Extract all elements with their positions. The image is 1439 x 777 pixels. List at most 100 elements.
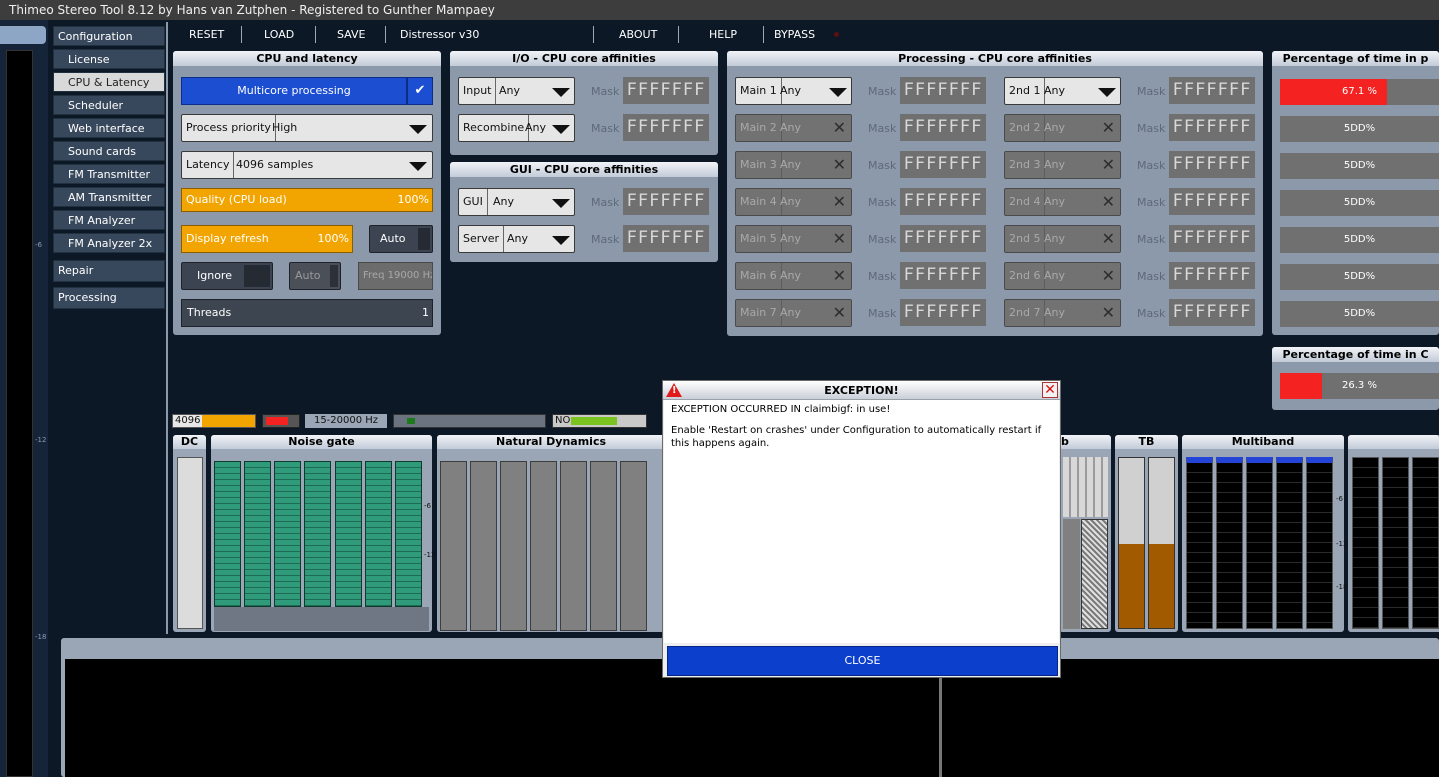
second-7-affinity-dropdown[interactable]: 2nd 7 Any ✕ <box>1004 299 1121 327</box>
left-tab[interactable] <box>0 26 46 44</box>
gui-affinity-dropdown[interactable]: GUI Any <box>458 188 575 216</box>
multicore-processing-button[interactable]: Multicore processing <box>181 77 407 105</box>
quality-slider[interactable]: Quality (CPU load) 100% <box>181 188 433 212</box>
help-button[interactable]: HELP <box>709 28 737 41</box>
sidebar-item-configuration[interactable]: Configuration <box>53 26 165 46</box>
main-4-mask-field[interactable]: FFFFFFF <box>900 188 986 215</box>
recombine-affinity-dropdown[interactable]: Recombine Any <box>458 114 575 142</box>
input-affinity-value: Any <box>499 84 521 97</box>
second-1-mask-field[interactable]: FFFFFFF <box>1169 77 1255 104</box>
sidebar-item-repair[interactable]: Repair <box>53 260 165 282</box>
main-6-affinity-dropdown[interactable]: Main 6 Any ✕ <box>735 262 852 290</box>
second-2-affinity-dropdown[interactable]: 2nd 2 Any ✕ <box>1004 114 1121 142</box>
bypass-button[interactable]: BYPASS <box>774 28 815 41</box>
multicore-check-icon[interactable]: ✔ <box>407 77 433 105</box>
input-affinity-dropdown[interactable]: Input Any <box>458 77 575 105</box>
main-1-mask-field[interactable]: FFFFFFF <box>900 77 986 104</box>
sidebar-item-scheduler[interactable]: Scheduler <box>53 95 165 115</box>
second-4-affinity-dropdown[interactable]: 2nd 4 Any ✕ <box>1004 188 1121 216</box>
server-affinity-label: Server <box>459 226 505 252</box>
toolbar-separator <box>315 26 316 43</box>
main-1-affinity-dropdown[interactable]: Main 1 Any <box>735 77 852 105</box>
main-4-affinity-dropdown[interactable]: Main 4 Any ✕ <box>735 188 852 216</box>
preset-name[interactable]: Distressor v30 <box>400 28 479 41</box>
second-1-affinity-dropdown[interactable]: 2nd 1 Any <box>1004 77 1121 105</box>
main-7-mask-field[interactable]: FFFFFFF <box>900 299 986 326</box>
threads-slider[interactable]: Threads 1 <box>181 299 433 327</box>
reset-button[interactable]: RESET <box>189 28 224 41</box>
close-icon: ✕ <box>832 266 846 285</box>
tb-meter-bar <box>1148 457 1175 629</box>
save-button[interactable]: SAVE <box>337 28 365 41</box>
meter-tick: -6 <box>35 241 42 249</box>
close-icon: ✕ <box>1101 229 1115 248</box>
sidebar-item-sound-cards[interactable]: Sound cards <box>53 141 165 161</box>
second-5-affinity-dropdown[interactable]: 2nd 5 Any ✕ <box>1004 225 1121 253</box>
input-mask-field[interactable]: FFFFFFF <box>623 77 709 104</box>
main-3-affinity-dropdown[interactable]: Main 3 Any ✕ <box>735 151 852 179</box>
noise-gate-panel: Noise gate -6 -12 <box>211 435 435 632</box>
level-indicator <box>393 414 546 428</box>
right-meter-panel <box>1348 435 1439 632</box>
close-button[interactable]: CLOSE <box>667 646 1058 676</box>
second-5-mask-field[interactable]: FFFFFFF <box>1169 225 1255 252</box>
close-icon: ✕ <box>832 303 846 322</box>
dc-title: DC <box>173 435 206 449</box>
main-7-affinity-dropdown[interactable]: Main 7 Any ✕ <box>735 299 852 327</box>
second-6-value: Any <box>1044 269 1066 282</box>
input-affinity-label: Input <box>459 78 497 104</box>
process-priority-value: High <box>272 121 298 134</box>
process-priority-dropdown[interactable]: Process priority High <box>181 114 433 142</box>
toolbar: RESET LOAD SAVE Distressor v30 ABOUT HEL… <box>170 22 1439 48</box>
second-7-mask-field[interactable]: FFFFFFF <box>1169 299 1255 326</box>
partial-meter-bar <box>1081 519 1108 629</box>
latency-dropdown[interactable]: Latency 4096 samples <box>181 151 433 179</box>
main-2-mask-field[interactable]: FFFFFFF <box>900 114 986 141</box>
recombine-mask-field[interactable]: FFFFFFF <box>623 114 709 141</box>
main-3-mask-field[interactable]: FFFFFFF <box>900 151 986 178</box>
mask-label: Mask <box>868 196 897 209</box>
load-button[interactable]: LOAD <box>264 28 294 41</box>
auto-refresh-button[interactable]: Auto <box>369 225 433 253</box>
main-2-affinity-dropdown[interactable]: Main 2 Any ✕ <box>735 114 852 142</box>
close-icon: ✕ <box>1101 192 1115 211</box>
sidebar-item-fm-analyzer[interactable]: FM Analyzer <box>53 210 165 230</box>
ignore-label: Ignore <box>197 269 232 282</box>
natural-dynamics-bar <box>440 461 467 631</box>
processing-affinity-title: Processing - CPU core affinities <box>727 51 1263 66</box>
display-refresh-slider[interactable]: Display refresh 100% <box>181 225 353 253</box>
second-2-mask-field[interactable]: FFFFFFF <box>1169 114 1255 141</box>
sidebar-item-fm-transmitter[interactable]: FM Transmitter <box>53 164 165 184</box>
gui-mask-field[interactable]: FFFFFFF <box>623 188 709 215</box>
second-3-affinity-dropdown[interactable]: 2nd 3 Any ✕ <box>1004 151 1121 179</box>
partial-meter-title: b <box>1059 435 1111 449</box>
about-button[interactable]: ABOUT <box>619 28 657 41</box>
second-1-value: Any <box>1044 84 1066 97</box>
bypass-led-icon <box>834 32 839 37</box>
freq-value: 19000 Hz <box>387 270 433 281</box>
second-3-mask-field[interactable]: FFFFFFF <box>1169 151 1255 178</box>
dialog-close-icon[interactable]: ✕ <box>1042 382 1058 398</box>
main-6-mask-field[interactable]: FFFFFFF <box>900 262 986 289</box>
main-5-affinity-dropdown[interactable]: Main 5 Any ✕ <box>735 225 852 253</box>
multiband-panel: Multiband -6 -12 -18 <box>1182 435 1347 632</box>
second-6-mask-field[interactable]: FFFFFFF <box>1169 262 1255 289</box>
sidebar-item-web-interface[interactable]: Web interface <box>53 118 165 138</box>
second-4-mask-field[interactable]: FFFFFFF <box>1169 188 1255 215</box>
tb-meter-panel: TB <box>1115 435 1178 632</box>
server-mask-field[interactable]: FFFFFFF <box>623 225 709 252</box>
meter-tick: -6 <box>424 502 431 510</box>
server-affinity-dropdown[interactable]: Server Any <box>458 225 575 253</box>
ignore-button[interactable]: Ignore <box>181 262 273 290</box>
sidebar-item-license[interactable]: License <box>53 49 165 69</box>
sidebar-item-cpu-latency[interactable]: CPU & Latency <box>53 72 165 92</box>
second-6-affinity-dropdown[interactable]: 2nd 6 Any ✕ <box>1004 262 1121 290</box>
freq-field[interactable]: Freq 19000 Hz <box>358 262 433 290</box>
main-5-mask-field[interactable]: FFFFFFF <box>900 225 986 252</box>
chevron-down-icon <box>552 88 570 97</box>
percentage-meter: 5DD% <box>1280 153 1439 179</box>
auto-freq-button[interactable]: Auto <box>289 262 341 290</box>
sidebar-item-processing[interactable]: Processing <box>53 287 165 309</box>
sidebar-item-fm-analyzer-2x[interactable]: FM Analyzer 2x <box>53 233 165 253</box>
sidebar-item-am-transmitter[interactable]: AM Transmitter <box>53 187 165 207</box>
